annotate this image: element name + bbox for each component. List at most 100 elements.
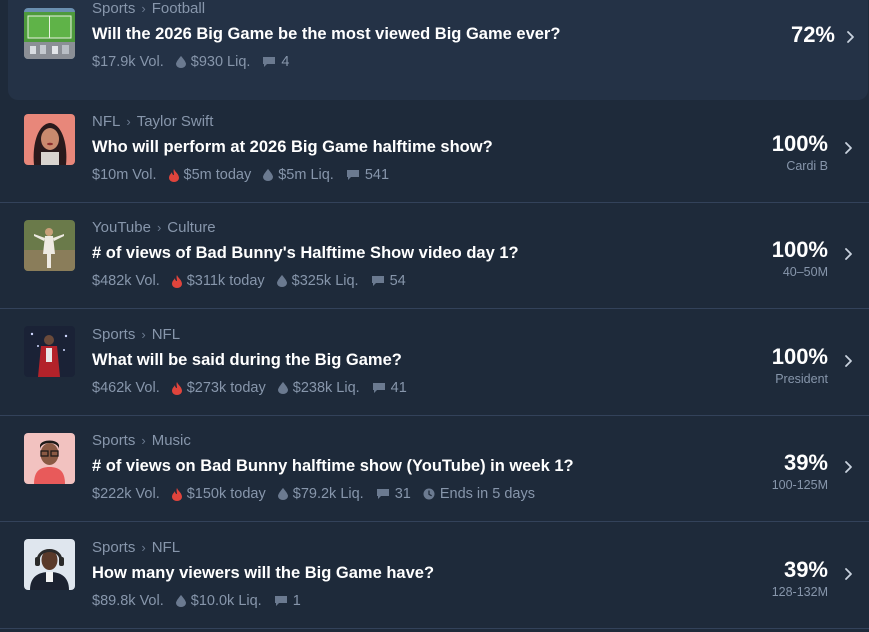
market-odds: 100% President bbox=[708, 344, 828, 386]
market-title[interactable]: # of views on Bad Bunny halftime show (Y… bbox=[92, 457, 574, 476]
ends-stat: Ends in 5 days bbox=[423, 486, 535, 502]
chevron-right-icon[interactable] bbox=[843, 460, 853, 474]
market-title[interactable]: Who will perform at 2026 Big Game halfti… bbox=[92, 138, 493, 157]
volume-stat: $462k Vol. bbox=[92, 380, 160, 396]
today-stat: $311k today bbox=[171, 273, 265, 289]
volume-stat: $17.9k Vol. bbox=[92, 54, 164, 70]
liquidity-value: $325k Liq. bbox=[291, 273, 359, 289]
breadcrumb: Sports › NFL bbox=[92, 539, 180, 556]
fire-icon bbox=[171, 381, 182, 395]
droplet-icon bbox=[277, 382, 288, 394]
comments-stat[interactable]: 31 bbox=[376, 486, 411, 502]
odds-percent: 100% bbox=[771, 131, 828, 156]
market-title[interactable]: How many viewers will the Big Game have? bbox=[92, 564, 434, 583]
liquidity-stat: $10.0k Liq. bbox=[175, 593, 262, 609]
market-stats: $89.8k Vol. $10.0k Liq. 1 bbox=[92, 593, 313, 609]
market-odds: 39% 100-125M bbox=[708, 450, 828, 492]
breadcrumb-category[interactable]: Sports bbox=[92, 539, 135, 556]
comment-icon bbox=[372, 383, 385, 393]
volume-stat: $89.8k Vol. bbox=[92, 593, 164, 609]
chevron-right-icon[interactable] bbox=[845, 30, 855, 44]
odds-outcome-label: President bbox=[775, 372, 828, 386]
comment-icon bbox=[371, 276, 384, 286]
market-content: Sports › NFL What will be said during the … bbox=[92, 310, 709, 415]
breadcrumb: YouTube › Culture bbox=[92, 219, 216, 236]
comment-icon bbox=[346, 170, 359, 180]
market-thumbnail bbox=[24, 539, 75, 590]
breadcrumb: Sports › Football bbox=[92, 0, 205, 17]
liquidity-value: $5m Liq. bbox=[278, 167, 334, 183]
today-value: $5m today bbox=[183, 167, 252, 183]
comments-stat[interactable]: 4 bbox=[262, 54, 290, 70]
market-row[interactable]: Sports › Football Will the 2026 Big Game b… bbox=[8, 0, 868, 100]
breadcrumb-category[interactable]: NFL bbox=[92, 113, 120, 130]
market-row[interactable]: YouTube › Culture # of views of Bad Bunny'… bbox=[0, 203, 869, 309]
breadcrumb-category[interactable]: YouTube bbox=[92, 219, 151, 236]
market-title[interactable]: # of views of Bad Bunny's Halftime Show … bbox=[92, 244, 519, 263]
chevron-right-icon[interactable] bbox=[843, 141, 853, 155]
market-stats: $10m Vol. $5m today $5m Liq. 541 bbox=[92, 167, 401, 183]
chevron-right-icon: › bbox=[141, 1, 146, 16]
chevron-right-icon: › bbox=[141, 433, 146, 448]
volume-stat: $482k Vol. bbox=[92, 273, 160, 289]
volume-stat: $10m Vol. bbox=[92, 167, 157, 183]
market-content: Sports › NFL How many viewers will the Big… bbox=[92, 523, 709, 628]
breadcrumb-category[interactable]: Sports bbox=[92, 326, 135, 343]
market-title[interactable]: Will the 2026 Big Game be the most viewe… bbox=[92, 25, 560, 44]
comment-icon bbox=[376, 489, 389, 499]
breadcrumb: Sports › Music bbox=[92, 432, 191, 449]
market-thumbnail bbox=[24, 220, 75, 271]
breadcrumb-category[interactable]: Sports bbox=[92, 432, 135, 449]
odds-outcome-label: Cardi B bbox=[786, 159, 828, 173]
market-thumbnail bbox=[24, 433, 75, 484]
liquidity-value: $930 Liq. bbox=[190, 54, 251, 70]
market-odds: 100% Cardi B bbox=[708, 131, 828, 173]
market-row[interactable]: Sports › Music # of views on Bad Bunny hal… bbox=[0, 416, 869, 522]
droplet-icon bbox=[175, 595, 186, 607]
breadcrumb-subcategory[interactable]: Music bbox=[152, 432, 191, 449]
market-content: NFL › Taylor Swift Who will perform at 202… bbox=[92, 97, 709, 202]
breadcrumb-subcategory[interactable]: Culture bbox=[167, 219, 215, 236]
droplet-icon bbox=[277, 488, 288, 500]
comment-icon bbox=[274, 596, 287, 606]
market-row[interactable]: Sports › NFL What will be said during the … bbox=[0, 310, 869, 416]
market-row[interactable]: NFL › Taylor Swift Who will perform at 202… bbox=[0, 97, 869, 203]
fire-icon bbox=[171, 487, 182, 501]
comments-stat[interactable]: 1 bbox=[274, 593, 301, 609]
chevron-right-icon[interactable] bbox=[843, 567, 853, 581]
chevron-right-icon: › bbox=[141, 540, 146, 555]
fire-icon bbox=[168, 168, 179, 182]
today-stat: $5m today bbox=[168, 167, 252, 183]
chevron-right-icon[interactable] bbox=[843, 247, 853, 261]
breadcrumb-subcategory[interactable]: Football bbox=[152, 0, 205, 17]
market-thumbnail bbox=[24, 114, 75, 165]
droplet-icon bbox=[175, 56, 186, 68]
breadcrumb-category[interactable]: Sports bbox=[92, 0, 135, 17]
market-content: Sports › Music # of views on Bad Bunny hal… bbox=[92, 416, 709, 521]
market-odds: 39% 128-132M bbox=[708, 557, 828, 599]
chevron-right-icon[interactable] bbox=[843, 354, 853, 368]
chevron-right-icon: › bbox=[156, 220, 162, 235]
market-title[interactable]: What will be said during the Big Game? bbox=[92, 351, 402, 370]
breadcrumb-subcategory[interactable]: Taylor Swift bbox=[137, 113, 214, 130]
market-thumbnail bbox=[24, 8, 75, 59]
market-row[interactable]: Sports › NFL How many viewers will the Big… bbox=[0, 523, 869, 629]
comments-count: 54 bbox=[389, 273, 406, 289]
comments-stat[interactable]: 41 bbox=[372, 380, 407, 396]
market-stats: $17.9k Vol. $930 Liq. 4 bbox=[92, 54, 302, 70]
comments-stat[interactable]: 54 bbox=[371, 273, 406, 289]
breadcrumb-subcategory[interactable]: NFL bbox=[152, 539, 180, 556]
odds-percent: 100% bbox=[771, 344, 828, 369]
breadcrumb-subcategory[interactable]: NFL bbox=[152, 326, 180, 343]
market-stats: $222k Vol. $150k today $79.2k Liq. 31 En… bbox=[92, 486, 547, 502]
market-odds: 72% bbox=[715, 22, 835, 48]
liquidity-stat: $79.2k Liq. bbox=[277, 486, 364, 502]
liquidity-stat: $325k Liq. bbox=[276, 273, 359, 289]
chevron-right-icon: › bbox=[141, 327, 146, 342]
comments-stat[interactable]: 541 bbox=[346, 167, 389, 183]
comments-count: 4 bbox=[281, 54, 290, 70]
odds-percent: 72% bbox=[790, 22, 835, 47]
today-value: $273k today bbox=[186, 380, 266, 396]
comments-count: 41 bbox=[390, 380, 407, 396]
volume-stat: $222k Vol. bbox=[92, 486, 160, 502]
